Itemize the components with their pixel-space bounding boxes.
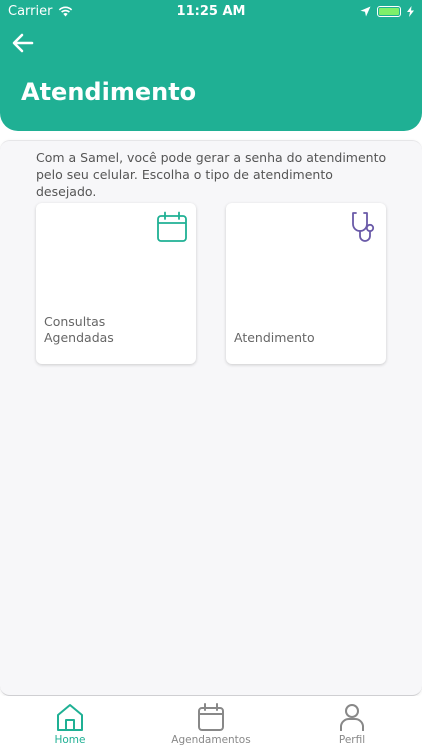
status-bar: Carrier 11:25 AM xyxy=(0,0,422,22)
tab-bar: Home Agendamentos Perfil xyxy=(0,696,422,750)
carrier-label: Carrier xyxy=(8,3,53,19)
card-label: Atendimento xyxy=(234,330,315,346)
header: Atendimento xyxy=(0,22,422,131)
card-consultas-agendadas[interactable]: Consultas Agendadas xyxy=(36,203,196,364)
content-panel: Com a Samel, você pode gerar a senha do … xyxy=(0,140,422,696)
battery-level xyxy=(379,7,399,15)
tab-label: Home xyxy=(54,734,86,746)
tab-label: Agendamentos xyxy=(171,734,251,746)
status-left: Carrier xyxy=(8,4,73,19)
intro-text: Com a Samel, você pode gerar a senha do … xyxy=(36,150,387,199)
user-icon xyxy=(340,704,364,731)
tab-home[interactable]: Home xyxy=(0,696,140,750)
back-button[interactable] xyxy=(10,30,36,56)
page-title: Atendimento xyxy=(21,78,197,106)
stethoscope-icon xyxy=(352,212,375,242)
card-label: Consultas Agendadas xyxy=(44,314,114,346)
card-label-line-2: Atendimento xyxy=(234,330,315,345)
card-label-line-2: Agendadas xyxy=(44,330,114,345)
location-icon xyxy=(360,6,371,16)
status-right xyxy=(360,5,414,17)
calendar-icon xyxy=(198,703,224,731)
tab-label: Perfil xyxy=(338,734,366,746)
card-atendimento[interactable]: Atendimento xyxy=(226,203,386,364)
wifi-icon xyxy=(59,6,73,16)
battery-icon xyxy=(377,5,401,17)
tab-perfil[interactable]: Perfil xyxy=(282,696,422,750)
calendar-icon xyxy=(157,211,187,242)
charging-icon xyxy=(407,5,414,17)
arrow-left-icon xyxy=(12,33,34,53)
card-label-line-1: Consultas xyxy=(44,314,106,329)
tab-agendamentos[interactable]: Agendamentos xyxy=(141,696,281,750)
home-icon xyxy=(57,704,83,731)
